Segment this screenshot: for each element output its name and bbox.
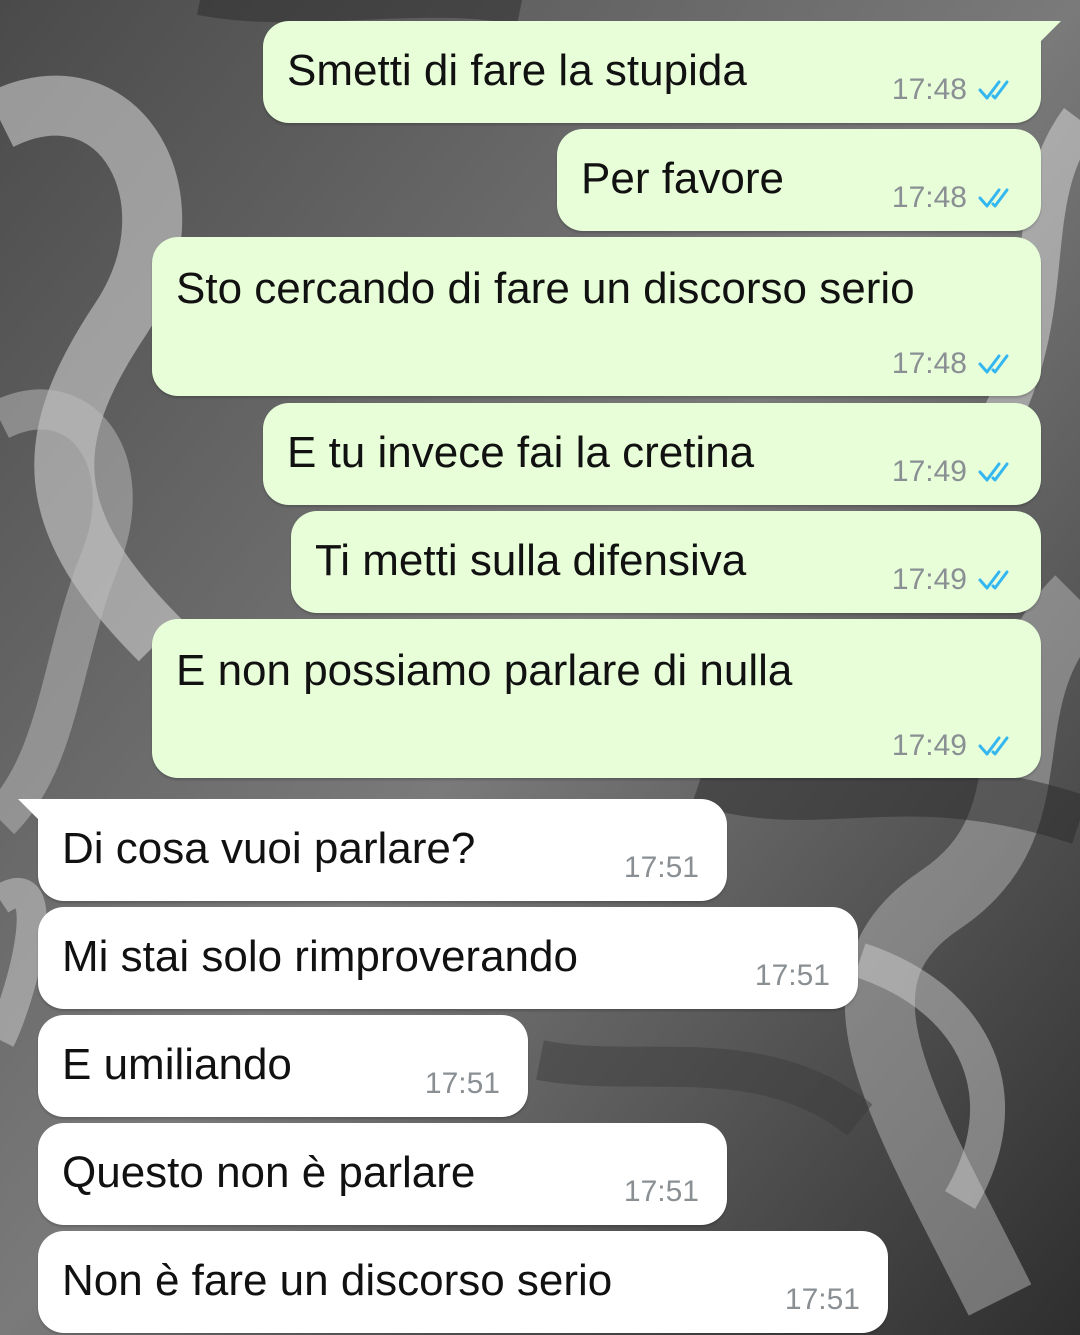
message-meta: 17:49 [892,563,1017,597]
bubble-tail [18,799,40,821]
message-meta: 17:49 [892,455,1017,489]
double-check-icon [978,736,1009,756]
outgoing-message[interactable]: Per favore 17:48 [557,129,1041,231]
message-text: Mi stai solo rimproverando [62,932,578,981]
message-meta: 17:51 [624,1175,699,1209]
double-check-icon [978,188,1009,208]
message-text: Per favore [581,154,784,203]
message-time: 17:48 [891,181,967,214]
message-text: E umiliando [62,1040,292,1089]
incoming-message[interactable]: Questo non è parlare 17:51 [38,1123,727,1225]
message-text: Questo non è parlare [62,1148,476,1197]
message-text: Non è fare un discorso serio [62,1256,613,1305]
bubble-tail [1039,21,1061,43]
message-text: Smetti di fare la stupida [287,46,747,95]
message-text: Ti metti sulla difensiva [315,536,747,585]
message-time: 17:48 [891,73,967,106]
outgoing-message[interactable]: Sto cercando di fare un discorso serio 1… [152,237,1041,396]
incoming-message[interactable]: Non è fare un discorso serio 17:51 [38,1231,888,1333]
message-time: 17:49 [891,729,967,762]
outgoing-message[interactable]: Ti metti sulla difensiva 17:49 [291,511,1041,613]
message-time: 17:49 [891,563,967,596]
message-meta: 17:51 [755,959,830,993]
message-meta: 17:51 [624,851,699,885]
message-meta: 17:49 [892,729,1017,763]
message-text: Sto cercando di fare un discorso serio [176,264,915,313]
message-meta: 17:51 [425,1067,500,1101]
message-time: 17:51 [623,1175,699,1208]
message-meta: 17:48 [892,347,1017,381]
message-meta: 17:48 [892,181,1017,215]
double-check-icon [978,354,1009,374]
message-meta: 17:48 [892,73,1017,107]
outgoing-message[interactable]: E tu invece fai la cretina 17:49 [263,403,1041,505]
message-text: Di cosa vuoi parlare? [62,824,476,873]
message-time: 17:51 [784,1283,860,1316]
double-check-icon [978,80,1009,100]
double-check-icon [978,462,1009,482]
message-time: 17:48 [891,347,967,380]
message-time: 17:51 [754,959,830,992]
double-check-icon [978,570,1009,590]
incoming-message[interactable]: E umiliando 17:51 [38,1015,528,1117]
incoming-message[interactable]: Di cosa vuoi parlare? 17:51 [18,799,727,901]
message-text: E non possiamo parlare di nulla [176,646,793,695]
message-text: E tu invece fai la cretina [287,428,755,477]
message-meta: 17:51 [785,1283,860,1317]
message-time: 17:49 [891,455,967,488]
message-time: 17:51 [623,851,699,884]
incoming-message[interactable]: Mi stai solo rimproverando 17:51 [38,907,858,1009]
outgoing-message[interactable]: Smetti di fare la stupida 17:48 [263,21,1061,123]
message-time: 17:51 [424,1067,500,1100]
outgoing-message[interactable]: E non possiamo parlare di nulla 17:49 [152,619,1041,778]
